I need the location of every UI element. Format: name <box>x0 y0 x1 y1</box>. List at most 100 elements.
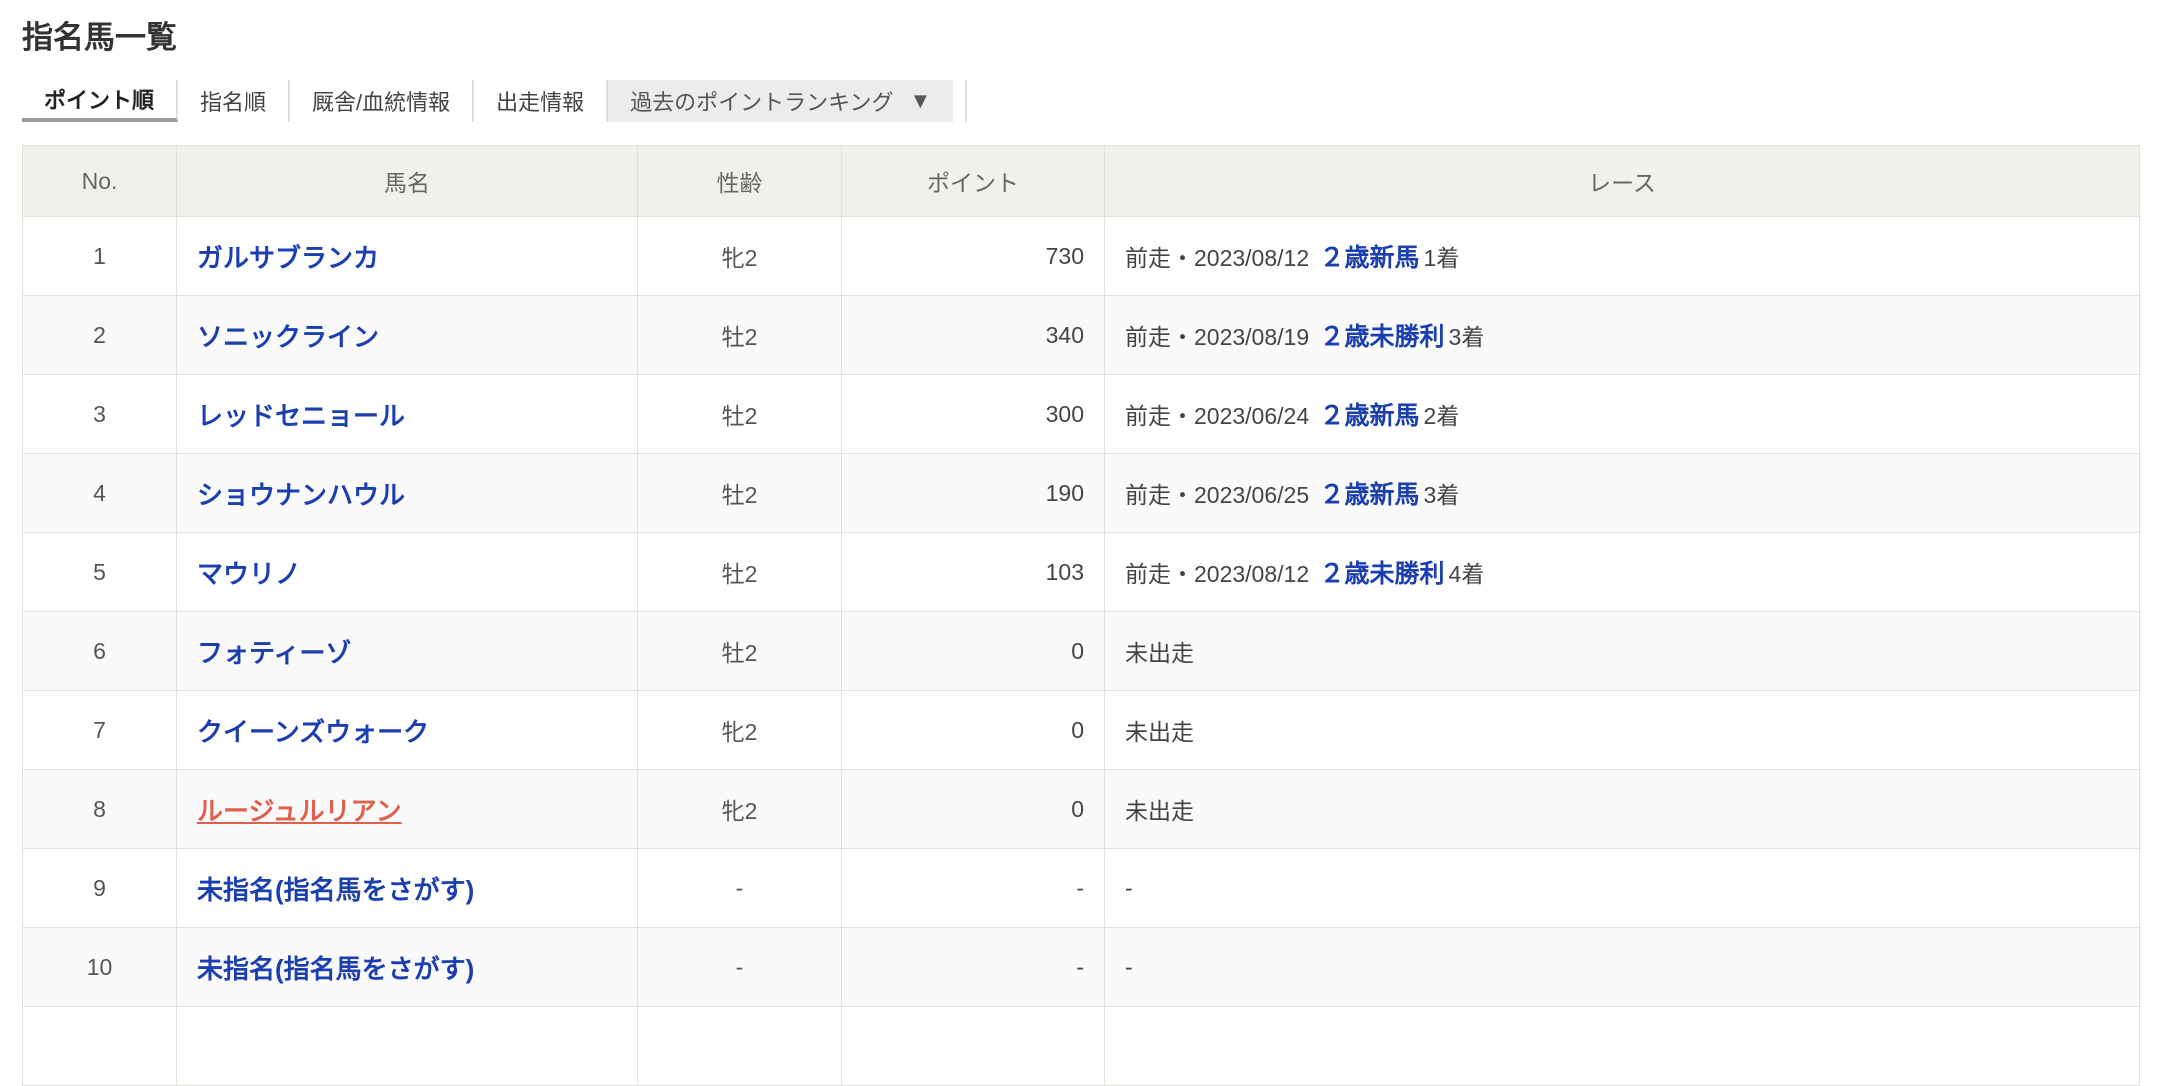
race-finish: 3着 <box>1448 324 1485 350</box>
race-prefix: 未出走 <box>1125 640 1194 666</box>
row-sex-age: 牝2 <box>637 690 842 770</box>
row-sex-age: 牝2 <box>637 216 842 296</box>
row-points: 0 <box>841 690 1105 770</box>
row-points: 0 <box>841 769 1105 849</box>
table-row-partial <box>22 1006 2140 1086</box>
race-prefix: 前走・2023/08/12 <box>1125 561 1310 587</box>
horse-name-link[interactable]: ソニックライン <box>197 322 379 352</box>
row-sex-age: 牝2 <box>637 769 842 849</box>
race-finish: 3着 <box>1423 482 1460 508</box>
row-name-cell: ルージュルリアン <box>176 769 638 849</box>
table-header: No. 馬名 性齢 ポイント レース <box>22 145 2140 217</box>
past-ranking-label: 過去のポイントランキング <box>630 90 894 115</box>
row-no: 9 <box>22 848 177 928</box>
row-race: 未出走 <box>1104 690 2140 770</box>
tab-race-info[interactable]: 出走情報 <box>474 80 609 122</box>
horse-name-link[interactable]: マウリノ <box>197 559 301 589</box>
row-no: 8 <box>22 769 177 849</box>
row-sex-age: 牡2 <box>637 532 842 612</box>
row-name-cell: レッドセニョール <box>176 374 638 454</box>
row-name-cell: 未指名(指名馬をさがす) <box>176 848 638 928</box>
table-row: 1 ガルサブランカ 牝2 730 前走・2023/08/12 ２歳新馬 1着 <box>22 216 2140 296</box>
row-name-cell: クイーンズウォーク <box>176 690 638 770</box>
header-points: ポイント <box>841 145 1105 217</box>
horse-name-link[interactable]: ショウナンハウル <box>197 480 405 510</box>
tab-nomination-order[interactable]: 指名順 <box>178 80 291 122</box>
row-sex-age: - <box>637 848 842 928</box>
table-row: 7 クイーンズウォーク 牝2 0 未出走 <box>22 690 2140 770</box>
row-points: 340 <box>841 295 1105 375</box>
sort-tabs: ポイント順 指名順 厩舎/血統情報 出走情報 過去のポイントランキング ▼ <box>22 80 968 122</box>
horse-name-link[interactable]: レッドセニョール <box>197 401 405 431</box>
horse-name-link[interactable]: フォティーゾ <box>197 638 351 668</box>
row-points: 300 <box>841 374 1105 454</box>
row-name-cell: ガルサブランカ <box>176 216 638 296</box>
race-link[interactable]: ２歳新馬 <box>1320 244 1420 272</box>
row-sex-age: 牡2 <box>637 374 842 454</box>
row-no: 2 <box>22 295 177 375</box>
horse-table: No. 馬名 性齢 ポイント レース 1 ガルサブランカ 牝2 730 前走・2023/… <box>22 145 2140 1086</box>
row-sex-age: 牡2 <box>637 611 842 691</box>
row-no: 3 <box>22 374 177 454</box>
row-points: - <box>841 848 1105 928</box>
table-row: 3 レッドセニョール 牡2 300 前走・2023/06/24 ２歳新馬 2着 <box>22 374 2140 454</box>
row-points: 730 <box>841 216 1105 296</box>
race-finish: 2着 <box>1423 403 1460 429</box>
dropdown-arrow-icon: ▼ <box>909 88 932 113</box>
table-row: 5 マウリノ 牡2 103 前走・2023/08/12 ２歳未勝利 4着 <box>22 532 2140 612</box>
race-finish: 4着 <box>1448 561 1485 587</box>
horse-name-link[interactable]: クイーンズウォーク <box>197 717 429 747</box>
horse-name-link[interactable]: 未指名(指名馬をさがす) <box>197 954 474 984</box>
tab-point-order[interactable]: ポイント順 <box>22 80 179 122</box>
row-sex-age: 牡2 <box>637 295 842 375</box>
row-no: 6 <box>22 611 177 691</box>
row-sex-age: - <box>637 927 842 1007</box>
row-name-cell: フォティーゾ <box>176 611 638 691</box>
header-no: No. <box>22 145 177 217</box>
row-name-cell: 未指名(指名馬をさがす) <box>176 927 638 1007</box>
row-race: 前走・2023/08/19 ２歳未勝利 3着 <box>1104 295 2140 375</box>
header-sex-age: 性齢 <box>637 145 842 217</box>
race-link[interactable]: ２歳新馬 <box>1320 402 1420 430</box>
row-race: - <box>1104 927 2140 1007</box>
race-link[interactable]: ２歳未勝利 <box>1320 323 1445 351</box>
race-prefix: 前走・2023/08/12 <box>1125 245 1310 271</box>
row-name-cell: ショウナンハウル <box>176 453 638 533</box>
table-row: 9 未指名(指名馬をさがす) - - - <box>22 848 2140 928</box>
header-race: レース <box>1104 145 2140 217</box>
row-points: - <box>841 927 1105 1007</box>
page-title: 指名馬一覧 <box>22 20 177 55</box>
row-race: 前走・2023/06/25 ２歳新馬 3着 <box>1104 453 2140 533</box>
horse-name-link[interactable]: 未指名(指名馬をさがす) <box>197 875 474 905</box>
header-name: 馬名 <box>176 145 638 217</box>
table-row: 6 フォティーゾ 牡2 0 未出走 <box>22 611 2140 691</box>
horse-name-link[interactable]: ガルサブランカ <box>197 243 379 273</box>
row-race: 未出走 <box>1104 769 2140 849</box>
row-name-cell: マウリノ <box>176 532 638 612</box>
race-prefix: 前走・2023/06/24 <box>1125 403 1310 429</box>
row-race: - <box>1104 848 2140 928</box>
horse-name-link[interactable]: ルージュルリアン <box>197 796 402 826</box>
race-prefix: - <box>1125 953 1133 980</box>
row-no: 1 <box>22 216 177 296</box>
race-link[interactable]: ２歳新馬 <box>1320 481 1420 509</box>
row-no: 7 <box>22 690 177 770</box>
tab-divider <box>965 80 968 122</box>
race-prefix: - <box>1125 874 1133 901</box>
race-prefix: 前走・2023/08/19 <box>1125 324 1310 350</box>
table-row: 10 未指名(指名馬をさがす) - - - <box>22 927 2140 1007</box>
table-row: 8 ルージュルリアン 牝2 0 未出走 <box>22 769 2140 849</box>
table-row: 2 ソニックライン 牡2 340 前走・2023/08/19 ２歳未勝利 3着 <box>22 295 2140 375</box>
race-link[interactable]: ２歳未勝利 <box>1320 560 1445 588</box>
row-name-cell: ソニックライン <box>176 295 638 375</box>
row-race: 前走・2023/08/12 ２歳新馬 1着 <box>1104 216 2140 296</box>
tab-stable-pedigree[interactable]: 厩舎/血統情報 <box>290 80 475 122</box>
race-prefix: 未出走 <box>1125 719 1194 745</box>
row-race: 未出走 <box>1104 611 2140 691</box>
row-points: 103 <box>841 532 1105 612</box>
row-sex-age: 牡2 <box>637 453 842 533</box>
past-ranking-dropdown[interactable]: 過去のポイントランキング ▼ <box>608 80 954 122</box>
race-finish: 1着 <box>1423 245 1460 271</box>
race-prefix: 前走・2023/06/25 <box>1125 482 1310 508</box>
race-prefix: 未出走 <box>1125 798 1194 824</box>
